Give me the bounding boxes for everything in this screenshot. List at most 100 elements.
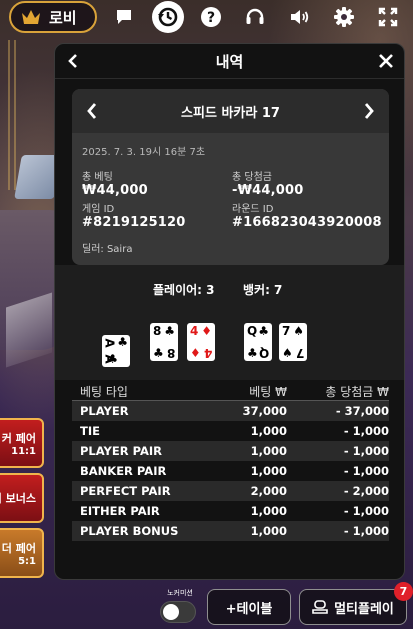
no-commission-toggle[interactable]	[160, 601, 196, 623]
side-bet-name: 커 페어	[1, 431, 36, 445]
round-info-grid: 총 베팅 ₩44,000 총 당첨금 -₩44,000 게임 ID #82191…	[82, 168, 382, 230]
col-bet-amount: 베팅 ₩	[249, 385, 287, 399]
card-suit: ♦	[190, 346, 201, 360]
round-title: 스피드 바카라 17	[181, 105, 280, 121]
game-id-value: #8219125120	[82, 215, 186, 230]
bet-win: - 2,000	[343, 484, 389, 498]
svg-text:?: ?	[207, 10, 215, 26]
bet-type: TIE	[80, 424, 100, 438]
volume-button[interactable]	[283, 1, 315, 33]
table-row: PLAYER 37,000 - 37,000	[72, 401, 389, 421]
card-suit: ♠	[282, 346, 293, 360]
panel-header: 내역	[55, 44, 404, 79]
col-bet-type: 베팅 타입	[80, 385, 128, 399]
next-round-icon[interactable]	[363, 102, 375, 120]
card-suit: ♦	[201, 324, 212, 338]
add-table-label: +테이블	[225, 601, 273, 617]
total-bet-label: 총 베팅	[82, 172, 113, 183]
card-suit: ♠	[293, 324, 304, 338]
bet-win: - 1,000	[343, 524, 389, 538]
round-id-label: 라운드 ID	[232, 204, 274, 215]
dealer-name: 딜러: Saira	[82, 244, 133, 255]
settings-icon	[334, 7, 354, 27]
close-icon[interactable]	[378, 53, 394, 69]
table-row: TIE 1,000 - 1,000	[72, 421, 389, 441]
banker-card-2: 7 ♠ ♠ 7	[279, 323, 307, 361]
side-bet-either-pair[interactable]: 더 페어 5:1	[0, 528, 44, 578]
card-rank: Q	[258, 346, 269, 360]
card-rank: 8	[153, 324, 162, 338]
card-suit: ♣	[107, 352, 118, 366]
bet-amount: 1,000	[250, 464, 287, 478]
banker-score-label: 뱅커: 7	[243, 283, 283, 297]
player-card-3: 4 ♦ ♦ 4	[187, 323, 215, 361]
bet-type: BANKER PAIR	[80, 464, 167, 478]
fullscreen-icon	[378, 7, 398, 27]
lobby-label: 로비	[49, 8, 77, 27]
bet-type: PERFECT PAIR	[80, 484, 171, 498]
round-navigator: 스피드 바카라 17	[72, 89, 389, 133]
round-result: 플레이어: 3 뱅커: 7 ♣ A A ♣ 8 ♣ ♣ 8 4 ♦ ♦ 4 Q …	[55, 265, 404, 380]
settings-button[interactable]	[328, 1, 360, 33]
round-body: 2025. 7. 3. 19시 16분 7초 총 베팅 ₩44,000 총 당첨…	[72, 133, 389, 265]
banker-card-1: Q ♣ ♣ Q	[244, 323, 272, 361]
player-score-label: 플레이어: 3	[153, 283, 215, 297]
bet-win: - 1,000	[343, 424, 389, 438]
bet-type: PLAYER PAIR	[80, 444, 163, 458]
add-table-button[interactable]: +테이블	[207, 589, 291, 625]
bet-win: - 37,000	[335, 404, 389, 418]
side-bet-name: 어 보너스	[0, 492, 36, 505]
card-rank: 8	[166, 346, 175, 360]
headset-icon	[246, 8, 264, 24]
help-icon: ?	[201, 7, 221, 27]
game-id-label: 게임 ID	[82, 204, 115, 215]
table-row: EITHER PAIR 1,000 - 1,000	[72, 501, 389, 521]
player-card-1: ♣ A A ♣	[102, 335, 130, 367]
bet-win: - 1,000	[343, 504, 389, 518]
bet-amount: 2,000	[250, 484, 287, 498]
history-icon	[158, 7, 178, 27]
bets-table-header: 베팅 타입 베팅 ₩ 총 당첨금 ₩	[72, 381, 389, 401]
bet-amount: 1,000	[250, 524, 287, 538]
total-bet-value: ₩44,000	[82, 183, 148, 198]
bet-amount: 1,000	[250, 424, 287, 438]
total-win-value: -₩44,000	[232, 183, 304, 198]
side-bet-odds: 5:1	[18, 555, 36, 567]
back-arrow-icon[interactable]	[67, 53, 79, 69]
card-rank: 4	[190, 324, 199, 338]
side-bet-name: 더 페어	[1, 541, 36, 555]
bet-type: PLAYER BONUS	[80, 524, 179, 538]
panel-title: 내역	[215, 52, 244, 71]
table-row: PERFECT PAIR 2,000 - 2,000	[72, 481, 389, 501]
toggle-knob	[163, 604, 179, 620]
no-commission-toggle-group: 노커미션	[160, 588, 200, 623]
history-panel: 내역 스피드 바카라 17 2025. 7. 3. 19시 16분 7초 총 베…	[54, 43, 405, 580]
help-button[interactable]: ?	[195, 1, 227, 33]
col-total-win: 총 당첨금 ₩	[325, 385, 389, 399]
card-rank: 4	[203, 346, 212, 360]
side-bet-player-bonus[interactable]: 어 보너스	[0, 473, 44, 523]
card-rank: A	[102, 338, 117, 348]
lobby-button[interactable]: 로비	[9, 1, 97, 33]
multiplay-button[interactable]: 멀티플레이	[299, 589, 407, 625]
side-bet-player-pair[interactable]: 커 페어 11:1	[0, 418, 44, 468]
history-button[interactable]	[152, 1, 184, 33]
top-bar: 로비 ?	[0, 0, 413, 34]
card-suit: ♣	[153, 346, 164, 360]
card-suit: ♣	[247, 346, 258, 360]
player-card-2: 8 ♣ ♣ 8	[150, 323, 178, 361]
round-details-card: 스피드 바카라 17 2025. 7. 3. 19시 16분 7초 총 베팅 ₩…	[72, 89, 389, 265]
round-id-value: #166823043920008	[232, 215, 382, 230]
chat-button[interactable]	[108, 1, 140, 33]
total-bet: 총 베팅 ₩44,000	[82, 168, 232, 198]
bet-type: EITHER PAIR	[80, 504, 160, 518]
fullscreen-button[interactable]	[372, 1, 404, 33]
bet-type: PLAYER	[80, 404, 129, 418]
table-row: PLAYER BONUS 1,000 - 1,000	[72, 521, 389, 541]
round-date: 2025. 7. 3. 19시 16분 7초	[82, 147, 206, 158]
previous-round-icon[interactable]	[86, 102, 98, 120]
support-button[interactable]	[239, 1, 271, 33]
total-win-label: 총 당첨금	[232, 172, 272, 183]
crown-icon	[22, 10, 40, 24]
chat-icon	[117, 10, 131, 24]
